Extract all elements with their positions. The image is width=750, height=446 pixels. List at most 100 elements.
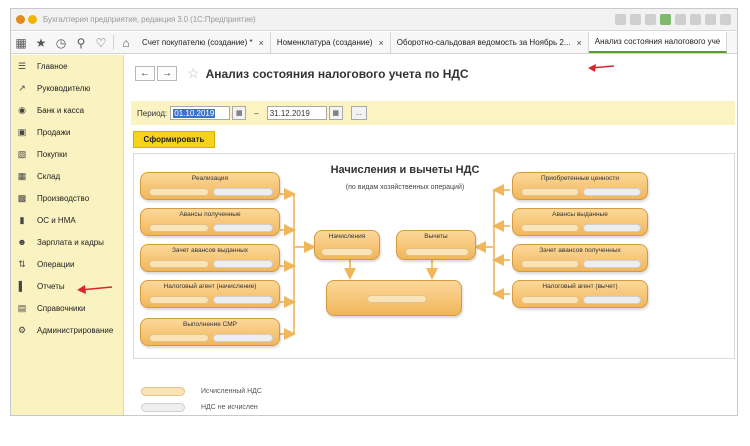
close-icon[interactable]: ×: [259, 38, 264, 48]
sidebar-item-label: Покупки: [37, 149, 68, 159]
deductions-box[interactable]: Вычеты: [396, 230, 476, 260]
grid-menu-icon[interactable]: ▦: [11, 32, 31, 53]
sidebar-item-label: Отчеты: [37, 281, 65, 291]
generate-button[interactable]: Сформировать: [133, 131, 215, 148]
tab-turnover-sheet[interactable]: Оборотно-сальдовая ведомость за Ноябрь 2…: [391, 32, 589, 53]
not-calculated-field: [213, 188, 273, 196]
search-icon[interactable]: ⚲: [71, 32, 91, 53]
vat-diagram: Начисления и вычеты НДС (по видам хозяйс…: [133, 153, 735, 359]
sidebar-item-purchases[interactable]: ▧ Покупки: [11, 143, 123, 165]
bell-icon[interactable]: ♡: [91, 32, 111, 53]
sidebar-item-warehouse[interactable]: ▦ Склад: [11, 165, 123, 187]
construction-works-box[interactable]: Выполнение СМР: [140, 318, 280, 346]
sidebar-item-references[interactable]: ▤ Справочники: [11, 297, 123, 319]
favorite-star-icon[interactable]: ☆: [187, 65, 200, 82]
sidebar-item-fixed-assets[interactable]: ▮ ОС и НМА: [11, 209, 123, 231]
advances-issued-box[interactable]: Авансы выданные: [512, 208, 648, 236]
page-header: ← → ☆ Анализ состояния налогового учета …: [135, 65, 469, 82]
sidebar-item-label: Главное: [37, 61, 68, 71]
close-icon[interactable]: ×: [379, 38, 384, 48]
calculated-field: [149, 188, 209, 196]
history-icon[interactable]: ◷: [51, 32, 71, 53]
box-label: Реализация: [191, 175, 229, 182]
print-icon[interactable]: [630, 14, 641, 25]
calculator-icon[interactable]: [690, 14, 701, 25]
calendar-icon[interactable]: ▦: [232, 106, 247, 120]
not-calculated-field: [583, 296, 641, 304]
advances-issued-offset-box[interactable]: Зачет авансов выданных: [140, 244, 280, 272]
calendar-icon[interactable]: [705, 14, 716, 25]
date-from-field[interactable]: 01.10.2019: [170, 106, 231, 120]
tab-invoice[interactable]: Счет покупателю (создание) * ×: [136, 32, 271, 53]
preview-icon[interactable]: [645, 14, 656, 25]
search-icon[interactable]: [720, 14, 731, 25]
title-bar: Бухгалтерия предприятия, редакция 3.0 (1…: [11, 9, 737, 31]
operations-icon: ⇅: [18, 258, 26, 269]
box-label: Вычеты: [424, 233, 448, 240]
close-icon[interactable]: ×: [577, 38, 582, 48]
period-bar: Период: 01.10.2019 ▦ – 31.12.2019 ▦ ...: [131, 101, 735, 125]
date-to-field[interactable]: 31.12.2019: [266, 106, 327, 120]
sidebar-item-bank[interactable]: ◉ Банк и касса: [11, 99, 123, 121]
warehouse-icon: ▦: [17, 170, 27, 181]
calendar-icon[interactable]: ▦: [328, 106, 343, 120]
tax-agent-accrual-box[interactable]: Налоговый агент (начисление): [140, 280, 280, 308]
legend: Исчисленный НДС НДС не исчислен: [141, 383, 262, 415]
page-title: Анализ состояния налогового учета по НДС: [205, 66, 469, 81]
sidebar-item-admin[interactable]: ⚙ Администрирование: [11, 319, 123, 341]
period-select-button[interactable]: ...: [350, 106, 367, 120]
tab-vat-analysis[interactable]: Анализ состояния налогового уче: [588, 32, 728, 53]
sidebar-item-operations[interactable]: ⇅ Операции: [11, 253, 123, 275]
favorites-star-icon[interactable]: ★: [31, 32, 51, 53]
legend-row: НДС не исчислен: [141, 399, 262, 415]
sidebar-item-sales[interactable]: ▣ Продажи: [11, 121, 123, 143]
sidebar-item-label: Продажи: [37, 127, 71, 137]
sidebar-item-main[interactable]: ☰ Главное: [11, 55, 123, 77]
books-icon: ▤: [17, 302, 27, 313]
tab-nomenclature[interactable]: Номенклатура (создание) ×: [271, 32, 391, 53]
diagram-subtitle: (по видам хозяйственных операций): [345, 184, 465, 191]
legend-swatch-calculated: [141, 386, 185, 396]
sidebar-item-salary[interactable]: ☻ Зарплата и кадры: [11, 231, 123, 253]
date-to-value: 31.12.2019: [269, 108, 310, 118]
sidebar-item-label: Операции: [37, 259, 75, 269]
star-icon[interactable]: [675, 14, 686, 25]
forward-button[interactable]: →: [157, 66, 177, 81]
calculated-field: [521, 224, 579, 232]
calculated-field: [367, 295, 427, 303]
sidebar-item-label: Администрирование: [37, 325, 114, 335]
sidebar-item-reports[interactable]: ▌ Отчеты: [11, 275, 123, 297]
sidebar-item-manager[interactable]: ↗ Руководителю: [11, 77, 123, 99]
tax-agent-deduction-box[interactable]: Налоговый агент (вычет): [512, 280, 648, 308]
tab-label: Оборотно-сальдовая ведомость за Ноябрь 2…: [396, 38, 571, 47]
period-dash: –: [254, 108, 259, 118]
sidebar-item-production[interactable]: ▩ Производство: [11, 187, 123, 209]
vat-payable-box[interactable]: [326, 280, 462, 316]
accruals-box[interactable]: Начисления: [314, 230, 380, 260]
calculated-field: [521, 260, 579, 268]
link-icon[interactable]: [660, 14, 671, 25]
cart-icon: ▧: [17, 148, 27, 159]
sidebar-item-label: Руководителю: [37, 83, 91, 93]
date-from-value: 01.10.2019: [173, 108, 216, 118]
save-icon[interactable]: [615, 14, 626, 25]
acquired-assets-box[interactable]: Приобретенные ценности: [512, 172, 648, 200]
sales-icon: ▣: [17, 126, 27, 137]
sidebar-item-label: Банк и касса: [37, 105, 85, 115]
truck-icon: ▮: [19, 214, 25, 225]
back-button[interactable]: ←: [135, 66, 155, 81]
app-logo-icon: [16, 15, 25, 24]
box-label: Начисления: [328, 233, 366, 240]
advances-received-box[interactable]: Авансы полученные: [140, 208, 280, 236]
menu-dropdown-icon[interactable]: [28, 15, 37, 24]
calculated-field: [149, 224, 209, 232]
sale-box[interactable]: Реализация: [140, 172, 280, 200]
legend-row: Исчисленный НДС: [141, 383, 262, 399]
sidebar-item-label: Справочники: [37, 303, 86, 313]
home-icon[interactable]: ⌂: [116, 32, 136, 53]
not-calculated-field: [213, 224, 273, 232]
trend-icon: ↗: [18, 82, 26, 93]
not-calculated-field: [213, 260, 273, 268]
not-calculated-field: [583, 260, 641, 268]
advances-received-offset-box[interactable]: Зачет авансов полученных: [512, 244, 648, 272]
